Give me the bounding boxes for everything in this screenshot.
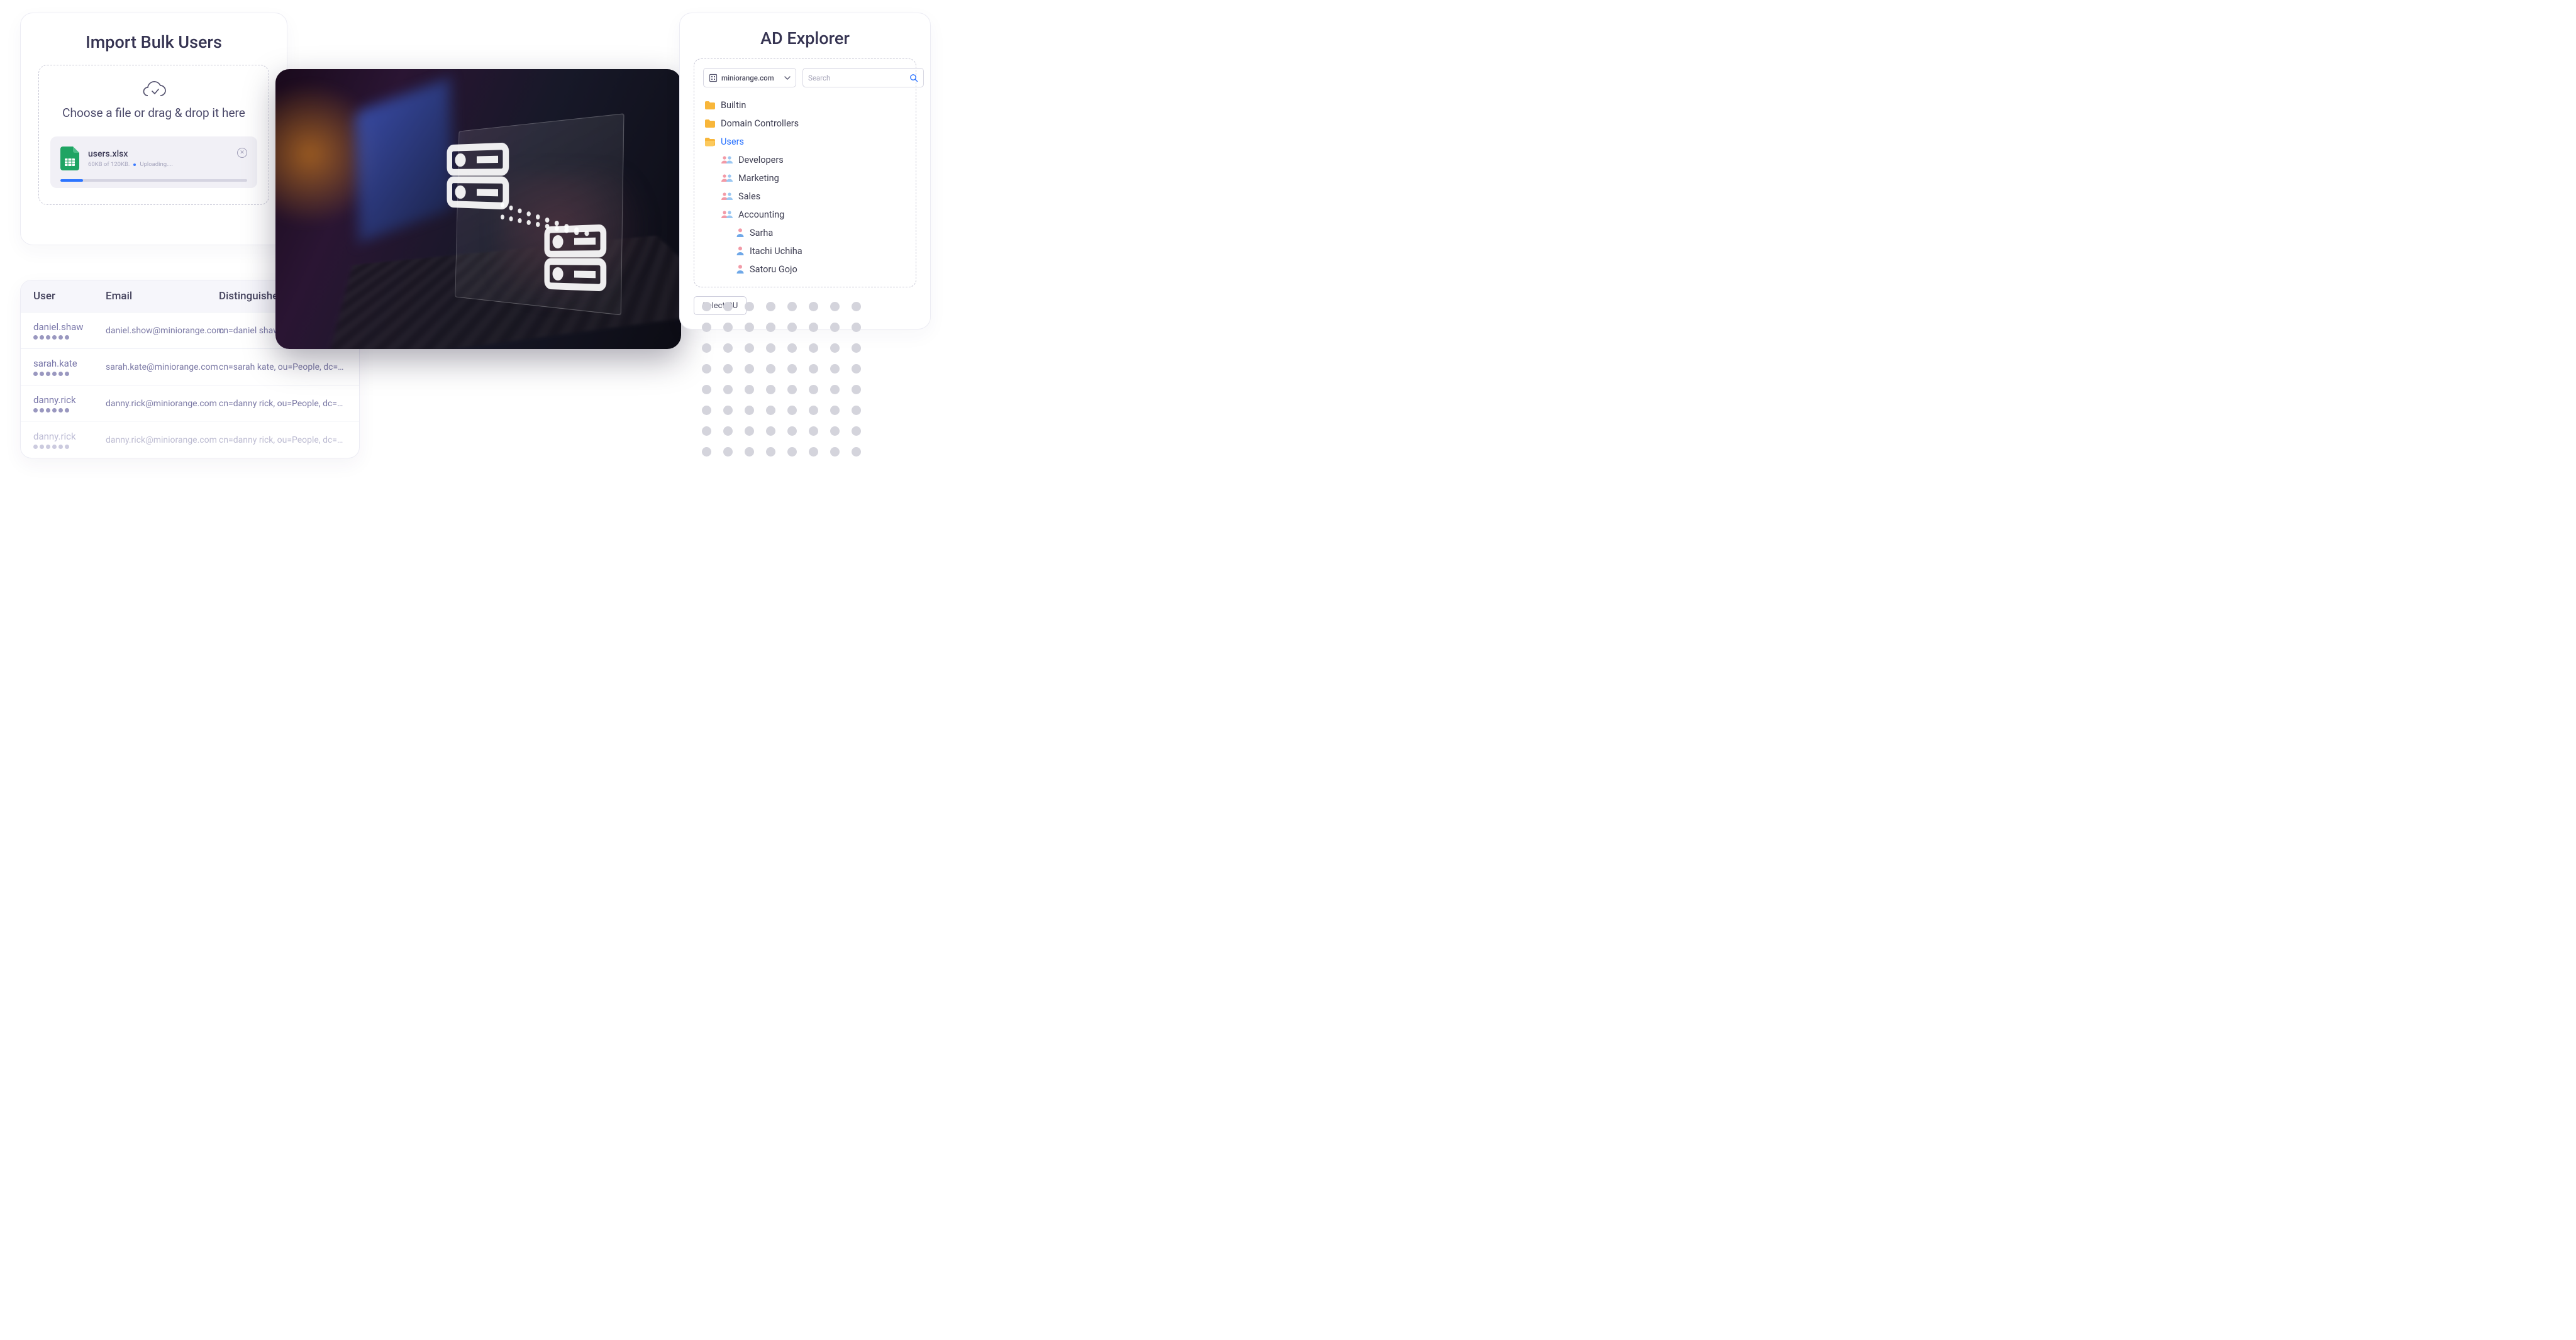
tree-folder-domain-controllers[interactable]: Domain Controllers <box>703 116 907 131</box>
table-row[interactable]: sarah.kate sarah.kate@miniorange.com cn=… <box>21 348 359 385</box>
ad-title: AD Explorer <box>694 28 916 48</box>
domain-selector[interactable]: miniorange.com <box>703 68 796 87</box>
tree-label: Marketing <box>738 173 779 184</box>
group-icon <box>721 174 733 182</box>
tree-group-sales[interactable]: Sales <box>703 189 907 204</box>
cell-user: daniel.shaw <box>33 321 106 333</box>
tree-user-sarha[interactable]: Sarha <box>703 225 907 240</box>
upload-size: 60KB of 120KB. <box>88 161 130 168</box>
cell-dn: cn=sarah kate, ou=People, dc=sun... <box>219 362 347 372</box>
import-dropzone[interactable]: Choose a file or drag & drop it here use… <box>38 65 269 205</box>
import-instruction: Choose a file or drag & drop it here <box>62 106 245 120</box>
building-icon <box>709 74 718 82</box>
upload-filename: users.xlsx <box>88 149 173 159</box>
chevron-down-icon <box>784 75 791 81</box>
hero-image <box>275 69 681 349</box>
ad-tree: Builtin Domain Controllers Users Develop… <box>703 97 907 277</box>
decorative-dot-grid <box>702 302 862 457</box>
cell-user: sarah.kate <box>33 358 106 369</box>
tree-label: Users <box>721 136 744 147</box>
folder-icon <box>704 101 716 110</box>
search-input[interactable] <box>808 74 906 82</box>
col-email: Email <box>106 290 219 302</box>
cell-user: danny.rick <box>33 431 106 442</box>
cell-email: danny.rick@miniorange.com <box>106 435 219 445</box>
ad-explorer-card: AD Explorer miniorange.com Builtin Domai… <box>679 13 931 329</box>
cell-email: daniel.show@miniorange.com <box>106 326 219 336</box>
import-title: Import Bulk Users <box>38 32 269 52</box>
cell-dn: cn=danny rick, ou=People, dc=sun..... <box>219 399 347 409</box>
ad-panel: miniorange.com Builtin Domain Controller… <box>694 58 916 287</box>
tree-group-developers[interactable]: Developers <box>703 152 907 167</box>
tree-folder-builtin[interactable]: Builtin <box>703 97 907 113</box>
spreadsheet-file-icon <box>60 147 79 170</box>
tree-group-accounting[interactable]: Accounting <box>703 207 907 222</box>
upload-progress <box>60 179 247 182</box>
tree-user-gojo[interactable]: Satoru Gojo <box>703 262 907 277</box>
password-dots <box>33 372 106 376</box>
upload-cancel-button[interactable]: ✕ <box>237 148 247 158</box>
tree-user-itachi[interactable]: Itachi Uchiha <box>703 243 907 258</box>
search-icon <box>909 74 918 82</box>
upload-item: users.xlsx 60KB of 120KB. Uploading.... … <box>50 136 257 188</box>
tree-label: Sarha <box>750 228 773 238</box>
table-row[interactable]: danny.rick danny.rick@miniorange.com cn=… <box>21 421 359 458</box>
group-icon <box>721 155 733 164</box>
tree-group-marketing[interactable]: Marketing <box>703 170 907 185</box>
tree-label: Domain Controllers <box>721 118 799 129</box>
col-user: User <box>33 290 106 302</box>
group-icon <box>721 210 733 219</box>
ad-search[interactable] <box>802 68 924 87</box>
password-dots <box>33 408 106 413</box>
cell-user: danny.rick <box>33 394 106 406</box>
tree-label: Satoru Gojo <box>750 264 797 275</box>
user-icon <box>736 228 745 238</box>
domain-label: miniorange.com <box>721 74 780 82</box>
table-row[interactable]: danny.rick danny.rick@miniorange.com cn=… <box>21 385 359 421</box>
import-bulk-users-card: Import Bulk Users Choose a file or drag … <box>20 13 287 245</box>
tree-label: Sales <box>738 191 760 202</box>
password-dots <box>33 445 106 449</box>
tree-label: Builtin <box>721 100 746 111</box>
tree-label: Developers <box>738 155 784 165</box>
group-icon <box>721 192 733 201</box>
cloud-upload-icon <box>142 79 167 99</box>
password-dots <box>33 335 106 340</box>
cell-email: sarah.kate@miniorange.com <box>106 362 219 372</box>
user-icon <box>736 246 745 256</box>
folder-open-icon <box>704 137 716 147</box>
tree-label: Accounting <box>738 209 784 220</box>
upload-status: Uploading.... <box>140 161 173 168</box>
cell-email: danny.rick@miniorange.com <box>106 399 219 409</box>
cell-dn: cn=danny rick, ou=People, dc=sun..... <box>219 435 347 445</box>
tree-folder-users[interactable]: Users <box>703 134 907 149</box>
connection-dots <box>499 198 596 240</box>
user-icon <box>736 264 745 274</box>
folder-icon <box>704 119 716 128</box>
tree-label: Itachi Uchiha <box>750 246 802 257</box>
dot-separator <box>133 163 136 166</box>
